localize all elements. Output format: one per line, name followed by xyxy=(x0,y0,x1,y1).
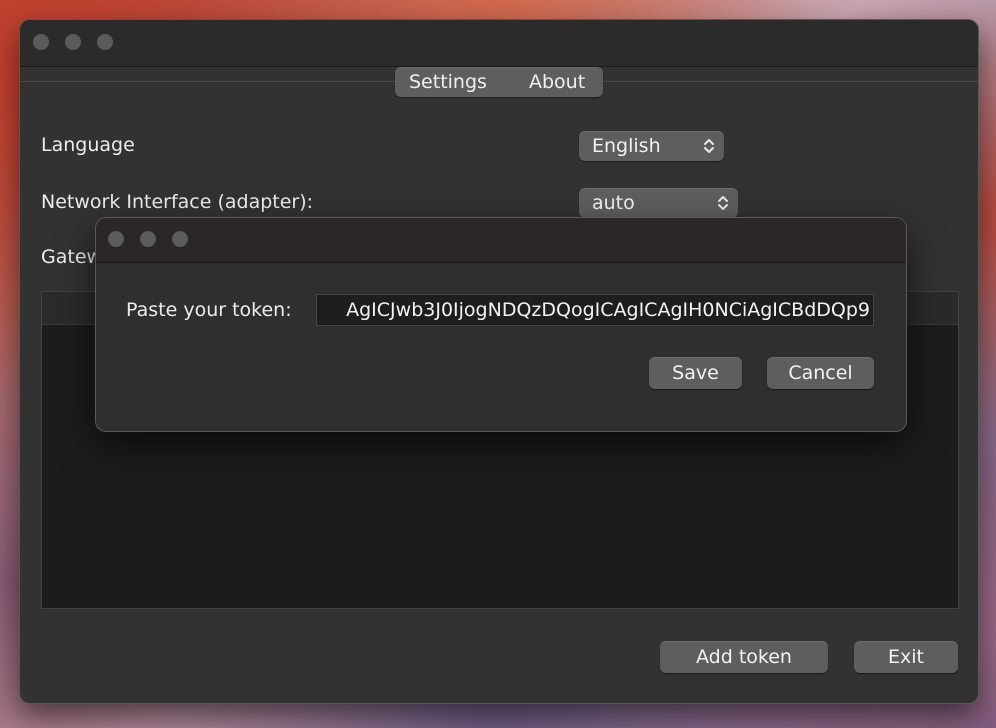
exit-button[interactable]: Exit xyxy=(854,641,958,673)
network-interface-select[interactable]: auto xyxy=(579,188,738,218)
network-interface-select-value: auto xyxy=(592,192,635,214)
token-input[interactable]: AgICJwb3J0IjogNDQzDQogICAgICAgIH0NCiAgIC… xyxy=(316,294,874,326)
chevron-up-down-icon xyxy=(718,196,728,210)
token-prompt-label: Paste your token: xyxy=(126,299,292,321)
tab-bar: Settings About xyxy=(395,67,603,97)
tab-about[interactable]: About xyxy=(529,67,585,97)
tab-settings[interactable]: Settings xyxy=(409,67,487,97)
gateway-label: Gatew xyxy=(41,246,103,268)
main-titlebar[interactable] xyxy=(20,20,978,67)
dialog-zoom-icon[interactable] xyxy=(172,231,188,247)
token-input-value: AgICJwb3J0IjogNDQzDQogICAgICAgIH0NCiAgIC… xyxy=(346,299,870,321)
save-button[interactable]: Save xyxy=(649,357,742,389)
zoom-window-icon[interactable] xyxy=(97,34,113,50)
dialog-titlebar[interactable] xyxy=(96,218,906,263)
language-label: Language xyxy=(41,134,135,156)
network-interface-label: Network Interface (adapter): xyxy=(41,191,314,213)
close-window-icon[interactable] xyxy=(33,34,49,50)
cancel-button[interactable]: Cancel xyxy=(767,357,874,389)
dialog-close-icon[interactable] xyxy=(108,231,124,247)
token-dialog: Paste your token: AgICJwb3J0IjogNDQzDQog… xyxy=(95,217,907,432)
chevron-up-down-icon xyxy=(704,139,714,153)
dialog-minimize-icon[interactable] xyxy=(140,231,156,247)
add-token-button[interactable]: Add token xyxy=(660,641,828,673)
minimize-window-icon[interactable] xyxy=(65,34,81,50)
language-select[interactable]: English xyxy=(579,131,724,161)
language-select-value: English xyxy=(592,135,661,157)
